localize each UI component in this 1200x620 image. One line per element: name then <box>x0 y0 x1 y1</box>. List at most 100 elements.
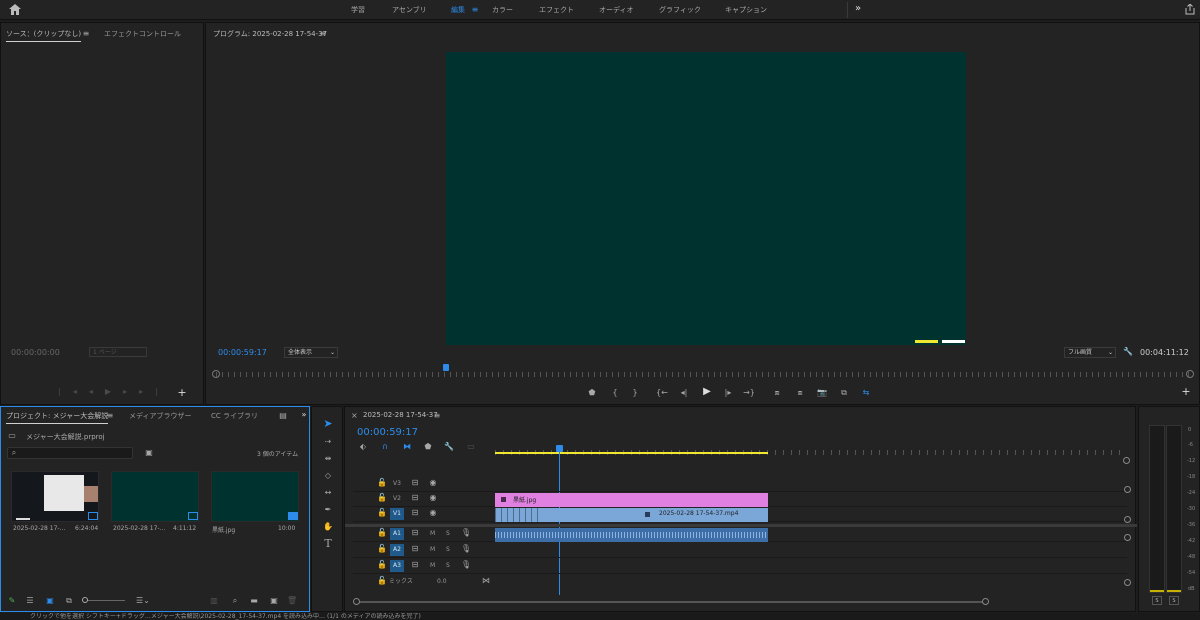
step-back-icon[interactable]: ◂| <box>679 388 689 398</box>
tab-graphics[interactable]: グラフィック <box>659 0 701 20</box>
zoom-select[interactable]: 全体表示 ⌄ <box>284 347 338 358</box>
add-marker-icon[interactable]: ⬟ <box>423 442 433 452</box>
panel-menu-icon[interactable]: ≡ <box>82 29 90 39</box>
ruler-end-icon[interactable] <box>212 370 220 378</box>
track-target-v1[interactable]: V1 <box>390 508 404 520</box>
playhead-marker[interactable] <box>443 364 449 371</box>
captions-icon[interactable]: ▭ <box>465 442 477 452</box>
home-icon[interactable] <box>8 4 22 16</box>
lock-icon[interactable]: 🔓 <box>377 508 387 518</box>
program-timecode[interactable]: 00:00:59:17 <box>218 348 267 357</box>
playhead-marker[interactable] <box>556 445 563 452</box>
scrollbar-handle[interactable] <box>353 598 360 605</box>
track-scroll-handle[interactable] <box>1124 534 1131 541</box>
tab-color[interactable]: カラー <box>492 0 513 20</box>
find-icon[interactable]: ⌕ <box>230 596 240 606</box>
scrollbar-handle[interactable] <box>982 598 989 605</box>
mix-marker-icon[interactable]: ⋈ <box>481 576 491 586</box>
media-thumbnail[interactable] <box>11 471 99 522</box>
trash-icon[interactable]: 🗑 <box>287 596 297 606</box>
ruler-end-icon[interactable] <box>1186 370 1194 378</box>
automate-icon[interactable]: ▥ <box>209 596 219 606</box>
razor-tool-icon[interactable]: ◇ <box>322 471 334 481</box>
tab-effect-controls[interactable]: エフェクトコントロール <box>104 29 181 39</box>
ruler-scroll-handle[interactable] <box>1123 457 1130 464</box>
solo-button[interactable]: S <box>446 560 450 572</box>
tab-editing[interactable]: 編集 <box>451 0 465 20</box>
quality-select[interactable]: フル画質 ⌄ <box>1064 347 1116 358</box>
mark-in-icon[interactable]: { <box>610 388 620 398</box>
toggle-sync-icon[interactable]: ⊟ <box>410 493 420 503</box>
step-forward-icon[interactable]: |▸ <box>723 388 733 398</box>
solo-left-button[interactable]: S <box>1152 596 1162 605</box>
search-input[interactable]: ⌕ <box>7 447 133 459</box>
scrollbar-thumb[interactable] <box>355 601 987 603</box>
nest-icon[interactable]: ⬖ <box>358 442 368 452</box>
tab-learn[interactable]: 学習 <box>351 0 365 20</box>
toggle-sync-icon[interactable]: ⊟ <box>410 508 420 518</box>
toggle-sync-icon[interactable]: ⊟ <box>410 544 420 554</box>
play-icon[interactable]: ▶ <box>701 387 713 397</box>
vr-video-icon[interactable]: ⇆ <box>859 388 873 398</box>
tab-captions[interactable]: キャプション <box>725 0 767 20</box>
tab-source[interactable]: ソース：(クリップなし) <box>6 29 82 42</box>
freeform-view-icon[interactable]: ⧉ <box>63 596 75 606</box>
mute-button[interactable]: M <box>430 544 435 556</box>
timeline-tab[interactable]: 2025-02-28 17-54-37 <box>363 411 438 419</box>
program-title[interactable]: プログラム: 2025-02-28 17-54-37 <box>213 29 327 39</box>
sort-icon[interactable]: ☰⌄ <box>136 596 150 606</box>
tab-cc-libraries[interactable]: CC ライブラリ <box>211 411 258 421</box>
close-icon[interactable]: × <box>351 411 358 421</box>
lock-icon[interactable]: 🔓 <box>377 576 387 586</box>
lock-icon[interactable]: 🔓 <box>377 493 387 503</box>
ripple-edit-tool-icon[interactable]: ⇹ <box>322 454 334 464</box>
track-target-a1[interactable]: A1 <box>390 528 404 540</box>
text-tool-icon[interactable]: T <box>322 538 334 549</box>
add-marker-icon[interactable]: ⬟ <box>587 388 597 398</box>
microphone-icon[interactable]: 🎙 <box>461 560 471 570</box>
new-item-icon[interactable]: ▣ <box>269 596 279 606</box>
track-scroll-handle[interactable] <box>1124 486 1131 493</box>
panel-menu-icon[interactable]: ≡ <box>319 29 327 39</box>
track-scroll-handle[interactable] <box>1124 579 1131 586</box>
timeline-timecode[interactable]: 00:00:59:17 <box>357 427 418 438</box>
solo-right-button[interactable]: S <box>1169 596 1179 605</box>
tab-project[interactable]: プロジェクト: メジャー大会解説 <box>6 411 109 424</box>
audio-clip-a1[interactable] <box>495 528 768 542</box>
toggle-sync-icon[interactable]: ⊟ <box>410 478 420 488</box>
new-bin-icon[interactable]: ▣ <box>144 448 154 458</box>
panel-menu-icon[interactable]: ≡ <box>433 411 441 421</box>
solo-button[interactable]: S <box>446 544 450 556</box>
panel-menu-icon[interactable]: ▤ <box>279 411 287 421</box>
tab-menu-icon[interactable]: ≡ <box>471 5 479 15</box>
extract-icon[interactable]: ⧈ <box>793 388 807 398</box>
go-to-out-icon[interactable]: →} <box>743 388 755 398</box>
solo-button[interactable]: S <box>446 528 450 540</box>
eye-icon[interactable]: ◉ <box>428 493 438 503</box>
zoom-slider[interactable] <box>82 597 125 603</box>
comparison-view-icon[interactable]: ⧉ <box>837 388 851 398</box>
clip-v2[interactable]: 黒紙.jpg <box>495 493 768 507</box>
toggle-sync-icon[interactable]: ⊟ <box>410 560 420 570</box>
toggle-sync-icon[interactable]: ⊟ <box>410 528 420 538</box>
list-view-icon[interactable]: ☰ <box>25 596 35 606</box>
microphone-icon[interactable]: 🎙 <box>461 544 471 554</box>
clip-v1[interactable]: 2025-02-28 17-54-37.mp4 <box>495 508 768 522</box>
track-select-tool-icon[interactable]: ⇢ <box>322 437 334 447</box>
lift-icon[interactable]: ⧈ <box>770 388 784 398</box>
mute-button[interactable]: M <box>430 560 435 572</box>
camera-icon[interactable]: 📷 <box>816 388 828 398</box>
tab-effects[interactable]: エフェクト <box>539 0 574 20</box>
linked-selection-icon[interactable]: ⧓ <box>402 442 412 452</box>
media-thumbnail[interactable] <box>111 471 199 522</box>
track-scroll-handle[interactable] <box>1124 516 1131 523</box>
lock-icon[interactable]: 🔓 <box>377 544 387 554</box>
icon-view-icon[interactable]: ▣ <box>45 596 55 606</box>
go-to-in-icon[interactable]: {← <box>656 388 668 398</box>
program-time-ruler[interactable] <box>216 372 1191 377</box>
microphone-icon[interactable]: 🎙 <box>461 528 471 538</box>
wrench-icon[interactable]: 🔧 <box>1123 347 1133 357</box>
pencil-icon[interactable]: ✎ <box>7 596 17 606</box>
hand-tool-icon[interactable]: ✋ <box>322 522 334 532</box>
new-folder-icon[interactable]: ▬ <box>249 596 259 606</box>
